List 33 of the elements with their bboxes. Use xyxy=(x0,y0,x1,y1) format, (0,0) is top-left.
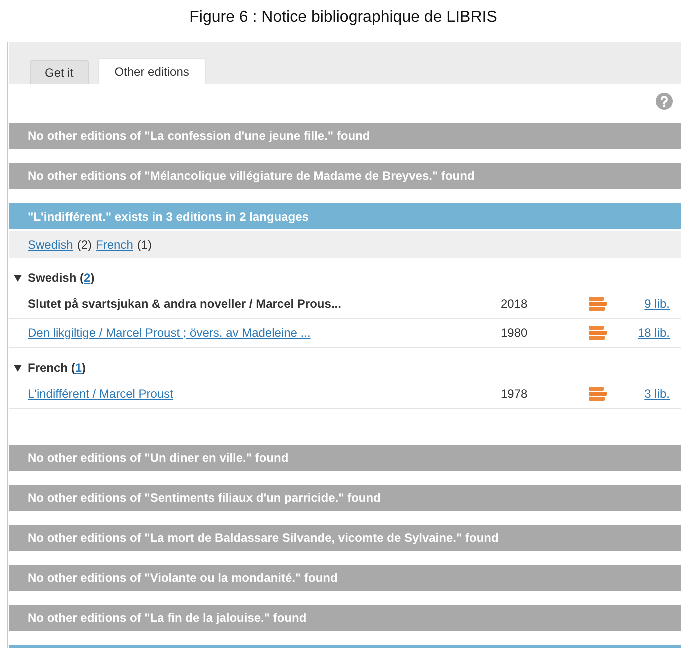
count-link[interactable]: 1 xyxy=(75,361,82,375)
stacked-bars-icon xyxy=(589,297,607,311)
notice-text: No other editions of "La confession d'une jeune fille." found xyxy=(28,128,370,145)
stacked-bars-icon xyxy=(589,326,607,340)
notice-text: No other editions of "Un diner en ville." found xyxy=(28,450,289,467)
libraries-link[interactable]: 3 lib. xyxy=(644,387,670,401)
language-link[interactable]: French xyxy=(96,238,134,252)
tab[interactable]: Get it xyxy=(30,60,89,84)
edition-link[interactable]: Den likgiltige / Marcel Proust ; övers. av Madeleine ... xyxy=(28,326,311,340)
libraries-link[interactable]: 9 lib. xyxy=(644,297,670,311)
stacked-bars-icon xyxy=(589,387,607,401)
results-summary: "L'indifférent." exists in 3 editions in 2 languages xyxy=(28,209,309,226)
figure-caption: Figure 6 : Notice bibliographique de LIBRIS xyxy=(188,8,498,28)
notice-text: No other editions of "La mort de Baldassare Silvande, vicomte de Sylvaine." found xyxy=(28,530,499,547)
count-link[interactable]: 2 xyxy=(84,271,91,285)
libraries-link[interactable]: 18 lib. xyxy=(638,326,670,340)
notice-text: No other editions of "La fin de la jalouise." found xyxy=(28,610,307,627)
notice-text: No other editions of "Mélancolique villégiature de Madame de Breyves." found xyxy=(28,168,475,185)
edition-count: (1) xyxy=(137,238,152,252)
notice-text: No other editions of "Violante ou la mondanité." found xyxy=(28,570,338,587)
group-heading: Swedish (2) xyxy=(28,271,95,285)
edition-link[interactable]: L'indifférent / Marcel Proust xyxy=(28,387,174,401)
notice-text: No other editions of "Sentiments filiaux d'un parricide." found xyxy=(28,490,381,507)
edition-year: 1980 xyxy=(501,326,528,340)
group-heading: French (1) xyxy=(28,361,86,375)
caret-icon[interactable] xyxy=(14,364,22,372)
caret-icon[interactable] xyxy=(14,274,22,282)
tab[interactable]: Other editions xyxy=(98,58,206,84)
edition-year: 2018 xyxy=(501,297,528,311)
edition-title: Slutet på svartsjukan & andra noveller / Marcel Prous... xyxy=(28,297,342,311)
edition-count: (2) xyxy=(77,238,92,252)
edition-year: 1978 xyxy=(501,387,528,401)
language-link[interactable]: Swedish xyxy=(28,238,74,252)
